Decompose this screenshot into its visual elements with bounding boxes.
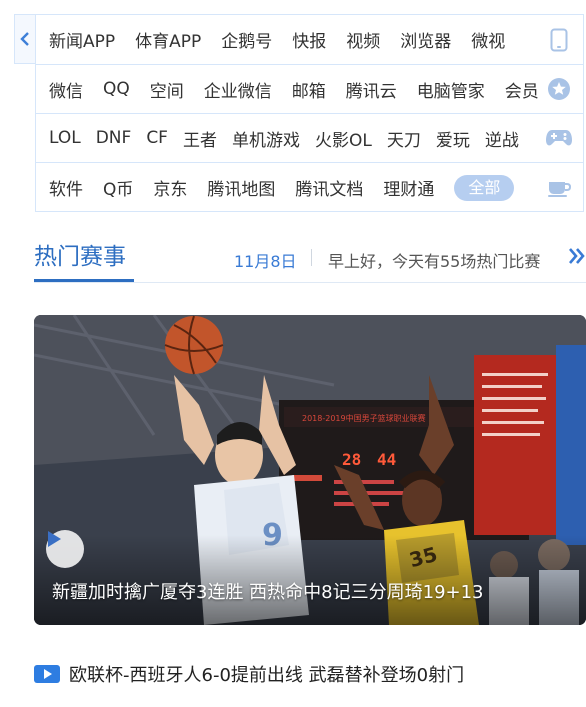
nav-back-button[interactable] <box>14 14 36 64</box>
nav-row-4: 软件 Q币 京东 腾讯地图 腾讯文档 理财通 全部 <box>36 163 583 212</box>
nav-link-dnf[interactable]: DNF <box>96 128 132 148</box>
service-nav: 新闻APP 体育APP 企鹅号 快报 视频 浏览器 微视 微信 QQ 空间 企业… <box>0 14 586 212</box>
cup-icon[interactable] <box>535 163 583 212</box>
chevron-left-icon <box>20 32 29 46</box>
featured-video-card[interactable]: 2018-2019中国男子篮球职业联赛 28 44 9 <box>34 315 586 625</box>
nav-grid: 新闻APP 体育APP 企鹅号 快报 视频 浏览器 微视 微信 QQ 空间 企业… <box>35 14 584 212</box>
nav-link-mail[interactable]: 邮箱 <box>292 77 326 102</box>
nav-link-weishi[interactable]: 微视 <box>471 27 505 52</box>
nav-link-software[interactable]: 软件 <box>49 175 83 200</box>
gamepad-icon[interactable] <box>535 114 583 162</box>
nav-link-vip[interactable]: 会员 <box>505 77 539 102</box>
nav-link-penguin[interactable]: 企鹅号 <box>221 27 272 52</box>
nav-link-work-wechat[interactable]: 企业微信 <box>204 77 272 102</box>
nav-link-browser[interactable]: 浏览器 <box>400 27 451 52</box>
nav-link-maps[interactable]: 腾讯地图 <box>207 175 275 200</box>
hot-matches-date: 11月8日 <box>234 252 297 271</box>
nav-link-news-app[interactable]: 新闻APP <box>49 27 115 52</box>
nav-link-lol[interactable]: LOL <box>49 128 81 148</box>
nav-link-wechat[interactable]: 微信 <box>49 77 83 102</box>
nav-row-1: 新闻APP 体育APP 企鹅号 快报 视频 浏览器 微视 <box>36 15 583 65</box>
scoreboard-left-score: 28 <box>342 450 361 469</box>
star-icon[interactable] <box>535 65 583 113</box>
hot-matches-header: 热门赛事 11月8日 早上好，今天有55场热门比赛 <box>34 237 586 287</box>
nav-link-nizhan[interactable]: 逆战 <box>485 126 519 151</box>
nav-link-video[interactable]: 视频 <box>346 27 380 52</box>
nav-row-3: LOL DNF CF 王者 单机游戏 火影OL 天刀 爱玩 逆战 <box>36 114 583 163</box>
video-icon <box>34 665 60 683</box>
featured-video-caption[interactable]: 新疆加时擒广厦夺3连胜 西热命中8记三分周琦19+13 <box>52 578 484 604</box>
news-headline-text[interactable]: 欧联杯-西班牙人6-0提前出线 武磊替补登场0射门 <box>69 661 464 687</box>
hot-matches-separator <box>311 249 312 266</box>
nav-link-cf[interactable]: CF <box>146 128 168 148</box>
nav-link-kuaibao[interactable]: 快报 <box>292 27 326 52</box>
play-button[interactable] <box>46 530 84 568</box>
nav-link-sports-app[interactable]: 体育APP <box>135 27 201 52</box>
nav-link-docs[interactable]: 腾讯文档 <box>295 175 363 200</box>
scoreboard-banner: 2018-2019中国男子篮球职业联赛 <box>302 413 426 423</box>
nav-link-naruto[interactable]: 火影OL <box>315 126 372 151</box>
nav-link-qcoin[interactable]: Q币 <box>103 175 133 200</box>
nav-link-cloud[interactable]: 腾讯云 <box>346 77 397 102</box>
nav-link-tiandao[interactable]: 天刀 <box>387 126 421 151</box>
all-services-button[interactable]: 全部 <box>454 174 515 201</box>
news-headline[interactable]: 欧联杯-西班牙人6-0提前出线 武磊替补登场0射门 <box>34 660 586 688</box>
double-chevron-right-icon[interactable] <box>568 246 586 266</box>
nav-link-aiwan[interactable]: 爱玩 <box>436 126 470 151</box>
nav-link-licaitong[interactable]: 理财通 <box>383 175 434 200</box>
phone-icon[interactable] <box>535 15 583 64</box>
nav-link-kings[interactable]: 王者 <box>183 126 217 151</box>
play-icon <box>48 531 61 547</box>
hot-matches-title[interactable]: 热门赛事 <box>34 237 134 282</box>
nav-link-pc-manager[interactable]: 电脑管家 <box>417 77 485 102</box>
hot-matches-greeting[interactable]: 早上好，今天有55场热门比赛 <box>328 248 540 272</box>
hot-matches-divider <box>34 282 586 283</box>
nav-row-2: 微信 QQ 空间 企业微信 邮箱 腾讯云 电脑管家 会员 <box>36 65 583 114</box>
nav-link-qq[interactable]: QQ <box>103 79 130 99</box>
nav-link-qzone[interactable]: 空间 <box>150 77 184 102</box>
scoreboard-right-score: 44 <box>377 450 396 469</box>
nav-link-single-games[interactable]: 单机游戏 <box>232 126 300 151</box>
nav-link-jd[interactable]: 京东 <box>153 175 187 200</box>
